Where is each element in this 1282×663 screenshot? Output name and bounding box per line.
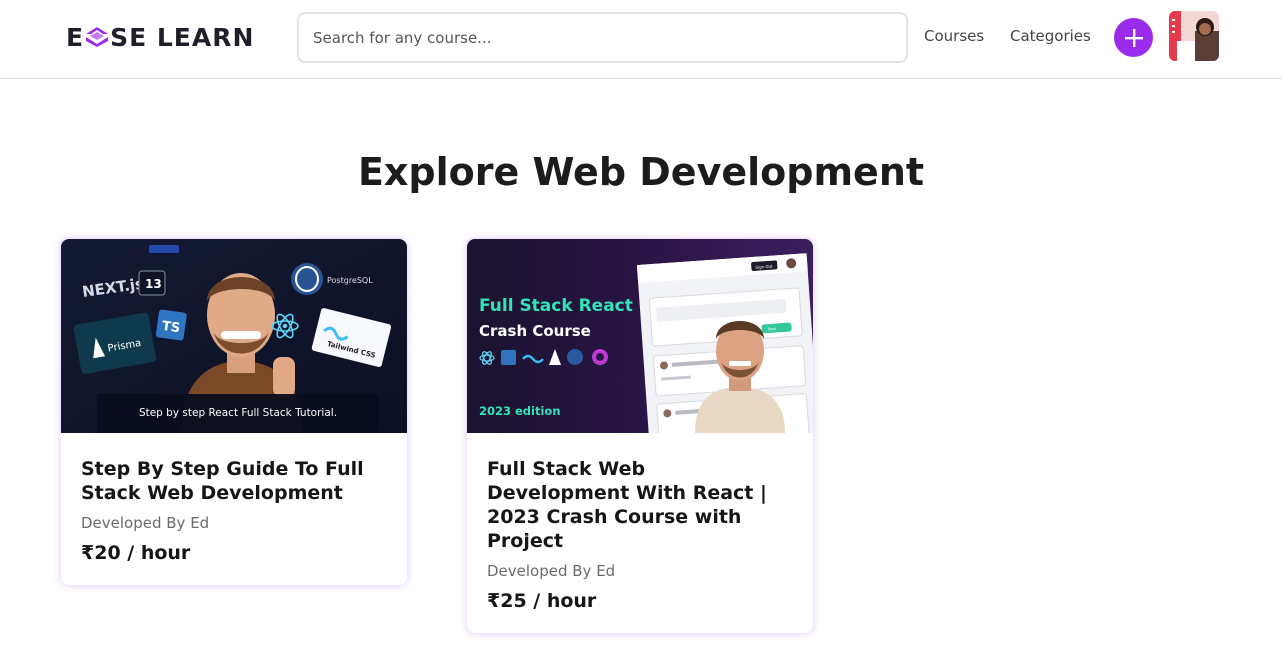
thumb-caption: Step by step React Full Stack Tutorial. xyxy=(139,407,337,419)
nav-categories-link[interactable]: Categories xyxy=(1010,27,1091,45)
ease-learn-logo[interactable]: E SE LEARN xyxy=(66,22,254,52)
course-thumbnail: Sign Out Post Full Stack React Crash Cou… xyxy=(467,239,813,433)
course-card[interactable]: Sign Out Post Full Stack React Crash Cou… xyxy=(467,239,813,633)
course-price: ₹25 / hour xyxy=(487,590,597,612)
top-header: E SE LEARN Courses Categories xyxy=(0,0,1282,79)
add-course-button[interactable] xyxy=(1114,18,1153,57)
user-avatar[interactable] xyxy=(1169,11,1219,61)
logo-text-suffix: SE LEARN xyxy=(110,22,255,52)
thumb-postgresql-logo: PostgreSQL xyxy=(327,276,373,285)
course-thumbnail: NEXT.js 13 Prisma TS PostgreSQL Tailwind… xyxy=(61,239,407,433)
page-title: Explore Web Development xyxy=(357,150,925,194)
search-box xyxy=(297,12,908,63)
thumb-13-badge: 13 xyxy=(145,277,162,291)
logo-chevron-icon xyxy=(86,27,109,47)
course-price: ₹20 / hour xyxy=(81,542,191,564)
thumb-heading-1: Full Stack React xyxy=(479,296,633,316)
thumb-post-pill: Post xyxy=(768,326,777,332)
avatar-image xyxy=(1169,11,1219,61)
course-card[interactable]: NEXT.js 13 Prisma TS PostgreSQL Tailwind… xyxy=(61,239,407,585)
search-input[interactable] xyxy=(299,14,906,61)
nav-courses-link[interactable]: Courses xyxy=(924,27,984,45)
thumb-ts-logo: TS xyxy=(161,319,181,336)
course-author: Developed By Ed xyxy=(81,514,210,532)
plus-icon xyxy=(1124,28,1143,47)
course-title[interactable]: Step By Step Guide To Full Stack Web Dev… xyxy=(81,457,387,505)
thumb-heading-2: Crash Course xyxy=(479,322,591,340)
course-title[interactable]: Full Stack Web Development With React | … xyxy=(487,457,793,553)
thumb-edition: 2023 edition xyxy=(479,404,561,418)
course-author: Developed By Ed xyxy=(487,562,616,580)
logo-text-prefix: E xyxy=(66,22,85,52)
